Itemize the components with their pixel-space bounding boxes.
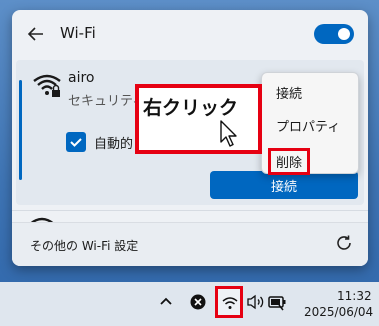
divider: [12, 210, 368, 211]
selected-accent-bar: [19, 80, 22, 180]
refresh-icon[interactable]: [334, 233, 354, 253]
taskbar: 11:32 2025/06/04: [0, 282, 379, 326]
checkbox-icon[interactable]: [66, 132, 86, 152]
close-circle-icon[interactable]: [190, 294, 206, 310]
back-arrow-icon[interactable]: [26, 24, 46, 44]
menu-item-connect[interactable]: 接続: [276, 83, 302, 102]
menu-item-properties[interactable]: プロパティ: [276, 116, 340, 135]
wifi-title: Wi-Fi: [60, 24, 96, 42]
toggle-knob: [338, 28, 350, 40]
connect-button[interactable]: 接続: [210, 171, 358, 199]
wifi-icon: [222, 297, 238, 309]
cursor-icon: [220, 120, 237, 147]
network-name: airo: [68, 70, 95, 86]
wifi-secured-icon: [33, 74, 61, 97]
volume-icon[interactable]: [246, 294, 266, 310]
context-menu: 接続 プロパティ 削除: [261, 72, 359, 175]
clock-time[interactable]: 11:32: [337, 289, 372, 303]
wifi-footer: その他の Wi-Fi 設定: [12, 222, 368, 266]
right-click-callout: 右クリック: [135, 84, 262, 154]
wifi-toggle[interactable]: [314, 24, 354, 44]
clock-date[interactable]: 2025/06/04: [304, 305, 373, 319]
chevron-up-icon[interactable]: [158, 293, 174, 309]
tray-wifi-highlight[interactable]: [215, 286, 243, 318]
menu-item-delete[interactable]: 削除: [268, 148, 311, 175]
battery-icon[interactable]: [268, 292, 288, 312]
more-wifi-settings-link[interactable]: その他の Wi-Fi 設定: [30, 237, 138, 254]
callout-text: 右クリック: [143, 97, 239, 119]
auto-connect-label: 自動的: [94, 137, 134, 152]
wifi-header: Wi-Fi: [12, 10, 368, 58]
